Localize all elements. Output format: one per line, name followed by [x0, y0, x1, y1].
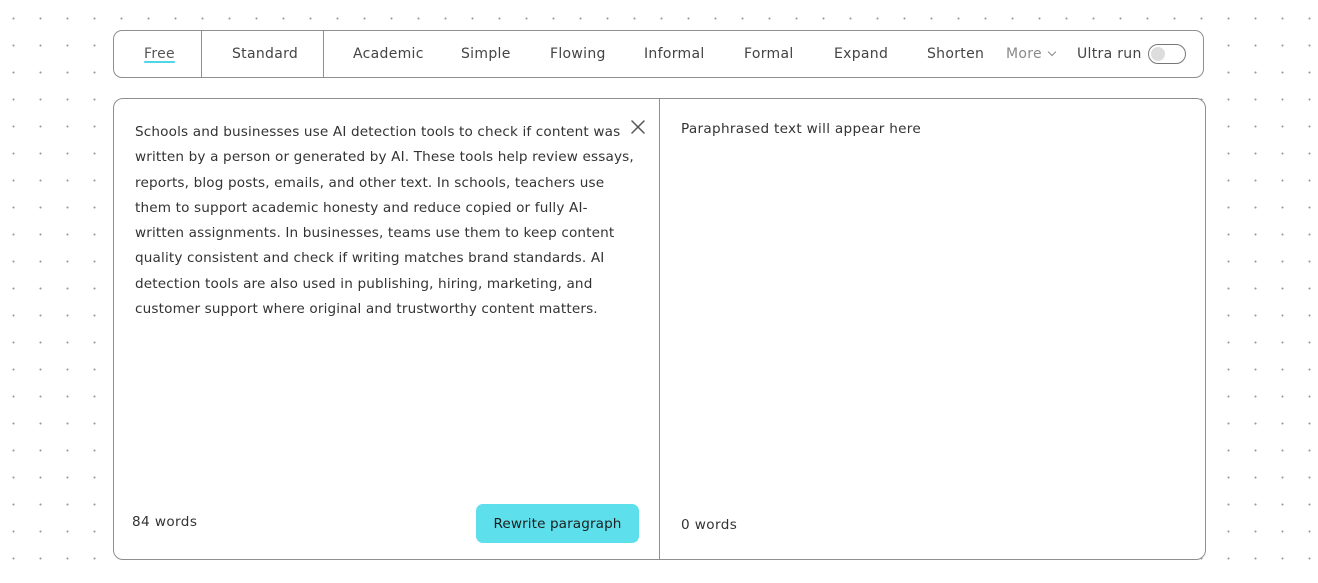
mode-shorten-label: Shorten	[927, 46, 985, 62]
mode-bar: Free Standard Academic Simple Flowing In…	[113, 30, 1204, 78]
mode-free[interactable]: Free	[144, 31, 175, 77]
input-word-count: 84 words	[132, 514, 198, 530]
pane-divider	[659, 99, 660, 559]
ultra-run-toggle[interactable]	[1148, 44, 1186, 64]
mode-standard[interactable]: Standard	[232, 31, 298, 77]
paraphrase-editor: Schools and businesses use AI detection …	[113, 98, 1206, 560]
mode-informal-label: Informal	[644, 46, 705, 62]
mode-flowing-label: Flowing	[550, 46, 606, 62]
mode-standard-label: Standard	[232, 46, 299, 62]
mode-informal[interactable]: Informal	[644, 31, 705, 77]
mode-simple[interactable]: Simple	[461, 31, 511, 77]
mode-expand[interactable]: Expand	[834, 31, 888, 77]
output-word-count: 0 words	[681, 517, 738, 533]
mode-simple-label: Simple	[461, 46, 511, 62]
rewrite-paragraph-button[interactable]: Rewrite paragraph	[476, 504, 639, 543]
mode-formal-label: Formal	[744, 46, 794, 62]
mode-formal[interactable]: Formal	[744, 31, 794, 77]
mode-shorten[interactable]: Shorten	[927, 31, 984, 77]
more-modes-dropdown[interactable]: More	[1006, 31, 1057, 77]
input-textarea[interactable]: Schools and businesses use AI detection …	[135, 120, 635, 322]
output-placeholder: Paraphrased text will appear here	[681, 121, 922, 137]
active-mode-underline	[144, 61, 175, 63]
close-icon[interactable]	[629, 118, 647, 136]
ultra-run-label: Ultra run	[1077, 46, 1142, 62]
more-modes-label: More	[1006, 46, 1042, 62]
mode-divider	[323, 31, 324, 77]
mode-free-label: Free	[144, 46, 175, 62]
mode-divider	[201, 31, 202, 77]
chevron-down-icon	[1047, 47, 1057, 57]
mode-academic[interactable]: Academic	[353, 31, 424, 77]
mode-academic-label: Academic	[353, 46, 424, 62]
mode-flowing[interactable]: Flowing	[550, 31, 606, 77]
mode-expand-label: Expand	[834, 46, 889, 62]
toggle-knob	[1151, 47, 1165, 61]
